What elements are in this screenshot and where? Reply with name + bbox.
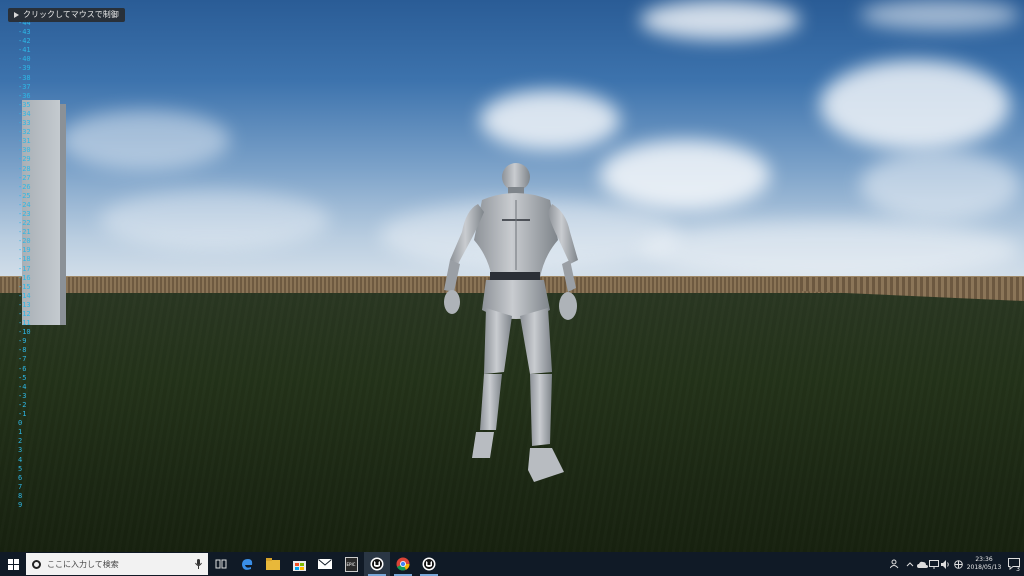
ruler-label: -2: [18, 400, 27, 409]
chevron-up-icon[interactable]: [904, 552, 916, 576]
microphone-icon[interactable]: [195, 559, 202, 569]
ruler-label: -24: [18, 200, 31, 209]
ruler-label: -21: [18, 228, 31, 237]
clock[interactable]: 23:36 2018/05/13: [964, 556, 1004, 572]
ruler-label: 8: [18, 491, 23, 500]
ruler-label: -13: [18, 300, 31, 309]
ruler-label: 2: [18, 437, 23, 446]
ruler-label: -43: [18, 28, 31, 37]
ruler-label: -41: [18, 46, 31, 55]
task-view-button[interactable]: [208, 552, 234, 576]
ruler-label: -20: [18, 237, 31, 246]
ruler-label: -31: [18, 137, 31, 146]
ruler-label: -22: [18, 219, 31, 228]
onedrive-icon[interactable]: [916, 552, 928, 576]
game-viewport[interactable]: -44 -43 -42 -41 -40 -39 -38 -37 -36 -35 -34 -33 -32-…: [0, 0, 1024, 552]
ruler-label: -1: [18, 410, 27, 419]
network-icon[interactable]: [928, 552, 940, 576]
ruler-label: -18: [18, 255, 31, 264]
unreal-engine-button[interactable]: [364, 552, 390, 576]
ruler-label: -3: [18, 391, 27, 400]
input-method-icon[interactable]: [952, 552, 964, 576]
ruler-label: -30: [18, 146, 31, 155]
start-button[interactable]: [0, 552, 26, 576]
edge-icon: [242, 559, 253, 570]
taskbar-search-box[interactable]: ここに入力して検索: [26, 553, 208, 575]
ruler-label: -12: [18, 310, 31, 318]
ruler-label: 4: [18, 455, 23, 464]
ruler-label: -5: [18, 373, 27, 382]
ruler-label: -19: [18, 246, 31, 255]
action-center-button[interactable]: 3: [1004, 552, 1024, 576]
ruler-label: -35: [18, 100, 31, 109]
windows-logo-icon: [7, 558, 19, 570]
ruler-label: 0: [18, 419, 23, 428]
volume-icon[interactable]: [940, 552, 952, 576]
ruler-label: -42: [18, 37, 31, 46]
ruler-label: -4: [18, 382, 27, 391]
ruler-label: -14: [18, 291, 31, 300]
ruler-label: -32: [18, 128, 31, 137]
ruler-label: 5: [18, 464, 23, 473]
people-icon[interactable]: [886, 552, 904, 576]
edge-button[interactable]: [234, 552, 260, 576]
ruler-label: -28: [18, 164, 31, 173]
ruler-label: -10: [18, 328, 31, 337]
ruler-label: -17: [18, 264, 31, 273]
file-explorer-icon: [266, 558, 280, 570]
ruler-label: -15: [18, 282, 31, 291]
task-view-icon: [215, 559, 227, 569]
click-hint-label: クリックしてマウスで制御: [23, 10, 119, 19]
ruler-label: -37: [18, 82, 31, 91]
height-ruler: -44 -43 -42 -41 -40 -39 -38 -37 -36 -35 -34 -33 -32-…: [18, 19, 46, 510]
notification-count: 3: [1016, 566, 1020, 573]
ruler-label: 3: [18, 446, 23, 455]
mannequin-character: [444, 163, 578, 482]
ruler-label: -40: [18, 55, 31, 64]
ruler-label: 6: [18, 473, 23, 482]
ruler-label: -38: [18, 73, 31, 82]
ruler-label: -6: [18, 364, 27, 373]
unreal-engine-icon-2: [422, 557, 436, 571]
ruler-label: -36: [18, 91, 31, 100]
ruler-label: -11: [18, 319, 31, 328]
unreal-engine-button-2[interactable]: [416, 552, 442, 576]
cortana-icon: [32, 559, 41, 569]
epic-games-icon: EPIC: [344, 556, 358, 572]
chrome-button[interactable]: [390, 552, 416, 576]
windows-taskbar: ここに入力して検索 EPIC 23:36 2018/05/13 3: [0, 552, 1024, 576]
ruler-label: -7: [18, 355, 27, 364]
clock-date: 2018/05/13: [966, 564, 1002, 571]
ruler-label: 9: [18, 500, 23, 509]
ruler-label: -16: [18, 273, 31, 282]
play-icon: [14, 12, 19, 18]
ruler-label: -26: [18, 182, 31, 191]
ruler-label: -23: [18, 209, 31, 218]
ruler-label: -34: [18, 109, 31, 118]
ruler-label: -33: [18, 119, 31, 128]
ruler-label: 7: [18, 482, 23, 491]
click-to-control-hint[interactable]: クリックしてマウスで制御: [8, 8, 125, 22]
ruler-label: -8: [18, 346, 27, 355]
unreal-engine-icon: [370, 557, 384, 571]
store-button[interactable]: [286, 552, 312, 576]
file-explorer-button[interactable]: [260, 552, 286, 576]
ruler-label: -39: [18, 64, 31, 73]
mail-button[interactable]: [312, 552, 338, 576]
mail-icon: [318, 559, 332, 569]
ruler-label: -29: [18, 155, 31, 164]
ruler-label: -9: [18, 337, 27, 346]
ruler-label: -27: [18, 173, 31, 182]
epic-games-button[interactable]: EPIC: [338, 552, 364, 576]
search-placeholder: ここに入力して検索: [47, 559, 119, 569]
chrome-icon: [396, 557, 410, 571]
clock-time: 23:36: [975, 556, 993, 563]
ruler-label: -25: [18, 191, 31, 200]
ruler-label: 1: [18, 428, 23, 437]
store-icon: [292, 560, 306, 571]
system-tray: 23:36 2018/05/13 3: [886, 552, 1024, 576]
